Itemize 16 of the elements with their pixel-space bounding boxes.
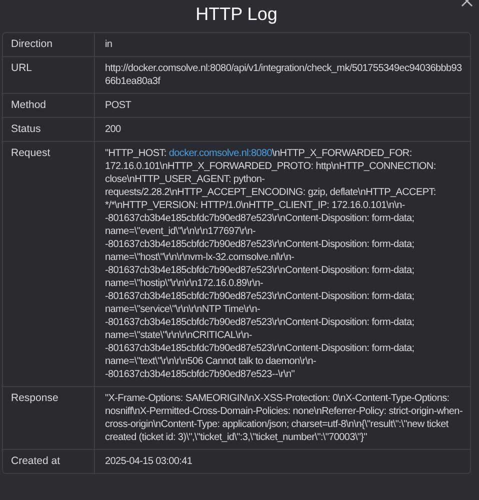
value-cell: POST xyxy=(95,94,470,118)
value-cell: http://docker.comsolve.nl:8080/api/v1/integration/check_mk/501755349ec94036bbb9366b1ea80a3f xyxy=(95,57,470,94)
label-cell: Request xyxy=(3,142,95,387)
dialog-title: HTTP Log xyxy=(196,3,278,26)
host-link[interactable]: docker.comsolve.nl:8080 xyxy=(168,148,272,159)
value-cell: 200 xyxy=(95,118,470,142)
value-cell: in xyxy=(95,33,470,57)
label-cell: Created at xyxy=(3,450,95,473)
label-cell: URL xyxy=(3,57,95,94)
label-cell: Response xyxy=(3,387,95,450)
label-cell: Method xyxy=(3,94,95,118)
label-cell: Status xyxy=(3,118,95,142)
label-cell: Direction xyxy=(3,33,95,57)
value-cell-text: 2025-04-15 03:00:41 xyxy=(104,455,194,469)
value-cell: "X-Frame-Options: SAMEORIGIN\nX-XSS-Protection: 0\nX-Content-Type-Options: nosniff\nX-Permitted-Cross-Domain-Policies: none\nReferrer-Policy: strict-origin-when-cross-origin\nContent-Type: application/json; charset=utf-8\n\n{\"result\":\"new ticket created (ticket id: 3)\",\"ticket_id\":3,\"ticket_number\":\"70003\"}" xyxy=(95,387,470,450)
value-cell: "HTTP_HOST: docker.comsolve.nl:8080\nHTTP_X_FORWARDED_FOR: 172.16.0.101\nHTTP_X_FORWARDED_PROTO: http\nHTTP_CONNECTION: close\nHTTP_USER_AGENT: python-requests/2.28.2\nHTTP_ACCEPT_ENCODING: gzip, deflate\nHTTP_ACCEPT: */*\nHTTP_VERSION: HTTP/1.0\nHTTP_CLIENT_IP: 172.16.0.101\n\n--801637cb3b4e185cbfdc7b90ed87e523\r\nContent-Disposition: form-data; name=\"event_id\"\r\n\r\n177697\r\n--801637cb3b4e185cbfdc7b90ed87e523\r\nContent-Disposition: form-data; name=\"host\"\r\n\r\nvm-lx-32.comsolve.nl\r\n--801637cb3b4e185cbfdc7b90ed87e523\r\nContent-Disposition: form-data; name=\"hostip\"\r\n\r\n172.16.0.89\r\n--801637cb3b4e185cbfdc7b90ed87e523\r\nContent-Disposition: form-data; name=\"service\"\r\n\r\nNTP Time\r\n--801637cb3b4e185cbfdc7b90ed87e523\r\nContent-Disposition: form-data; name=\"state\"\r\n\r\nCRITICAL\r\n--801637cb3b4e185cbfdc7b90ed87e523\r\nContent-Disposition: form-data; name=\"text\"\r\n\r\n506 Cannot talk to daemon\r\n--801637cb3b4e185cbfdc7b90ed87e523--\r\n" xyxy=(95,142,470,387)
